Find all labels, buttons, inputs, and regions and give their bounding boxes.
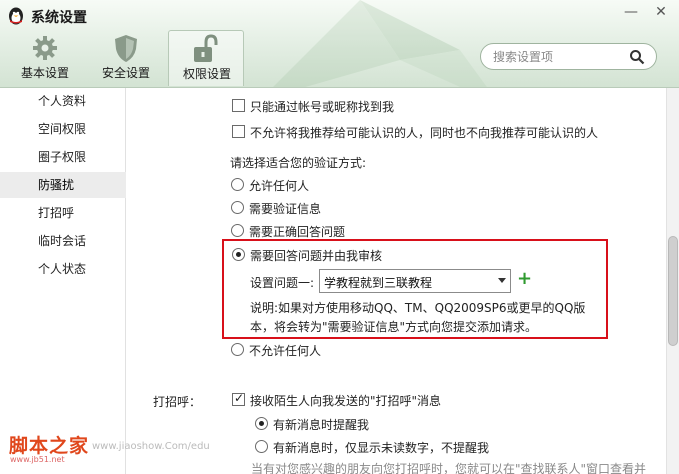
only-account-checkbox[interactable] (232, 99, 245, 112)
verify-notice: 说明:如果对方使用移动QQ、TM、QQ2009SP6或更早的QQ版本，将会转为"… (250, 301, 586, 334)
verify-option-label: 需要回答问题并由我审核 (250, 249, 383, 263)
sidebar: 个人资料 空间权限 圈子权限 防骚扰 打招呼 临时会话 个人状态 (0, 88, 126, 474)
watermark: 脚本之家 www.jiaoshow.Com/edu www.jb51.net (9, 431, 210, 464)
no-recommend-label: 不允许将我推荐给可能认识的人，同时也不向我推荐可能认识的人 (250, 126, 599, 140)
minimize-button[interactable]: — (620, 2, 642, 22)
greet-radio-count-only[interactable] (255, 440, 268, 453)
verify-option-label: 允许任何人 (249, 179, 310, 193)
sidebar-item-temp-chat[interactable]: 临时会话 (0, 228, 126, 254)
tab-security-settings[interactable]: 安全设置 (90, 30, 162, 86)
search-icon[interactable] (629, 49, 645, 65)
qq-penguin-icon (9, 7, 23, 25)
tab-label: 权限设置 (182, 67, 231, 81)
search-input[interactable] (493, 48, 623, 66)
scrollbar[interactable] (666, 88, 679, 474)
sidebar-item-greeting[interactable]: 打招呼 (0, 200, 126, 226)
window-title: 系统设置 (31, 10, 87, 26)
gear-icon (33, 36, 57, 60)
verify-radio-deny-all[interactable] (231, 343, 244, 356)
greet-option-label: 有新消息时提醒我 (273, 418, 370, 432)
no-recommend-checkbox[interactable] (232, 125, 245, 138)
scrollbar-thumb[interactable] (668, 236, 678, 346)
unlock-icon (194, 34, 218, 62)
verify-radio-correct-answer[interactable] (231, 224, 244, 237)
verify-option-label: 需要正确回答问题 (249, 225, 346, 239)
verify-option-label: 不允许任何人 (249, 344, 322, 358)
tab-basic-settings[interactable]: 基本设置 (9, 30, 81, 86)
sidebar-item-anti-harassment[interactable]: 防骚扰 (0, 172, 126, 198)
question-select[interactable]: 学教程就到三联教程 (319, 269, 511, 293)
tab-privilege-settings[interactable]: 权限设置 (168, 30, 244, 86)
settings-content: 只能通过帐号或昵称找到我 不允许将我推荐给可能认识的人，同时也不向我推荐可能认识… (127, 88, 666, 474)
sidebar-item-profile[interactable]: 个人资料 (0, 88, 126, 114)
sidebar-item-circle-privilege[interactable]: 圈子权限 (0, 144, 126, 170)
greet-radio-remind[interactable] (255, 417, 268, 430)
origami-bird-decoration (273, 0, 487, 87)
search-box[interactable] (480, 43, 657, 70)
chevron-down-icon (498, 278, 506, 283)
sidebar-item-space-privilege[interactable]: 空间权限 (0, 116, 126, 142)
tab-label: 安全设置 (101, 66, 150, 80)
only-account-label: 只能通过帐号或昵称找到我 (250, 100, 395, 114)
shield-icon (115, 35, 137, 62)
greet-note: 当有对您感兴趣的朋友向您打招呼时，您就可以在"查找联系人"窗口查看并 (251, 462, 647, 474)
verify-heading: 请选择适合您的验证方式: (230, 156, 367, 170)
sidebar-item-personal-status[interactable]: 个人状态 (0, 256, 126, 282)
verify-radio-answer-and-review[interactable] (232, 248, 245, 261)
verify-option-label: 需要验证信息 (249, 202, 322, 216)
watermark-brand: 脚本之家 (9, 435, 90, 457)
greet-option-label: 有新消息时，仅显示未读数字，不提醒我 (273, 441, 490, 455)
question-label: 设置问题一: (250, 276, 315, 290)
add-question-button[interactable]: + (517, 269, 533, 291)
verify-radio-allow-all[interactable] (231, 178, 244, 191)
window-header: 系统设置 — ✕ 基本设置 安全设置 权限设置 搜索设置项 (0, 0, 679, 88)
watermark-url: www.jb51.net (10, 455, 65, 464)
greet-accept-label: 接收陌生人向我发送的"打招呼"消息 (250, 394, 442, 408)
verify-radio-need-info[interactable] (231, 201, 244, 214)
close-button[interactable]: ✕ (650, 2, 672, 22)
greet-section-label: 打招呼： (153, 395, 202, 409)
watermark-url: www.jiaoshow.Com/edu (92, 441, 210, 452)
tab-label: 基本设置 (20, 66, 69, 80)
greet-accept-checkbox[interactable] (232, 391, 245, 406)
question-select-value: 学教程就到三联教程 (324, 276, 433, 290)
